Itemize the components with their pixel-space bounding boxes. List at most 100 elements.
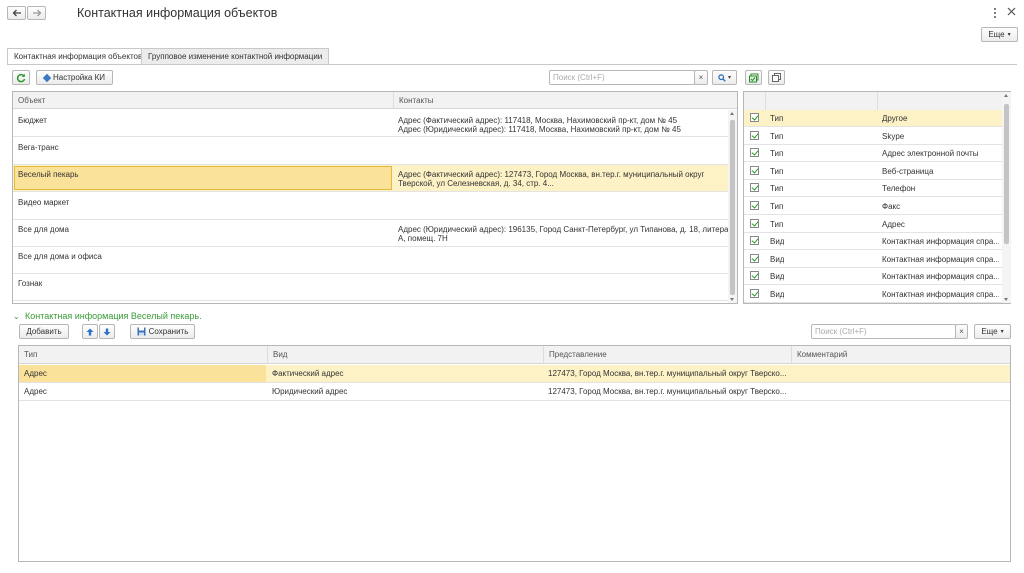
- type-row[interactable]: Вид Контактная информация спра...: [744, 233, 1002, 251]
- table-row[interactable]: Видео маркет: [13, 193, 737, 220]
- refresh-button[interactable]: [12, 70, 30, 85]
- type-name: Адрес электронной почты: [882, 149, 979, 159]
- type-kind: Тип: [770, 114, 784, 123]
- search-icon: [718, 73, 726, 82]
- scroll-up-icon[interactable]: [1004, 94, 1008, 97]
- search-input[interactable]: [549, 70, 695, 85]
- table-row[interactable]: Все для дома и офиса: [13, 247, 737, 274]
- type-row[interactable]: Вид Контактная информация спра...: [744, 251, 1002, 268]
- table-row[interactable]: Адрес Юридический адрес 127473, Город Мо…: [19, 383, 1010, 401]
- window-title: Контактная информация объектов: [77, 6, 278, 20]
- checkbox[interactable]: [750, 253, 759, 263]
- type-row[interactable]: Тип Факс: [744, 198, 1002, 215]
- clear-icon: ×: [698, 73, 704, 82]
- scroll-thumb[interactable]: [730, 120, 735, 295]
- checkbox[interactable]: [750, 218, 759, 228]
- arrow-right-icon: [32, 9, 41, 17]
- column-header-comment[interactable]: Комментарий: [791, 346, 1010, 364]
- checkbox[interactable]: [750, 289, 759, 298]
- add-button[interactable]: Добавить: [19, 324, 69, 339]
- forward-button[interactable]: [27, 6, 46, 20]
- type-row[interactable]: Тип Skype: [744, 128, 1002, 145]
- type-row[interactable]: Тип Другое: [744, 110, 1002, 127]
- check-list-icon: [748, 73, 758, 82]
- checkbox[interactable]: [750, 165, 759, 175]
- scroll-thumb[interactable]: [1004, 104, 1009, 244]
- checkbox[interactable]: [750, 183, 759, 193]
- checkbox[interactable]: [750, 113, 759, 122]
- move-down-button[interactable]: [99, 324, 115, 339]
- type-name: Факс: [882, 202, 901, 211]
- tab-group-change[interactable]: Групповое изменение контактной информаци…: [141, 48, 330, 64]
- details-grid-header: Тип Вид Представление Комментарий: [19, 346, 1010, 364]
- save-button[interactable]: Сохранить: [130, 324, 195, 339]
- scroll-down-icon[interactable]: [1004, 298, 1008, 301]
- checkbox[interactable]: [750, 148, 759, 158]
- type-row[interactable]: Вид Контактная информация спра...: [744, 286, 1002, 303]
- column-header-contacts[interactable]: Контакты: [393, 92, 729, 109]
- type-row[interactable]: Вид Контактная информация спра...: [744, 268, 1002, 286]
- column-header-object[interactable]: Объект: [13, 92, 393, 109]
- type-kind: Тип: [770, 166, 784, 176]
- column-header-kind: [765, 92, 877, 111]
- arrow-down-icon: [103, 328, 111, 335]
- select-all-button[interactable]: [745, 70, 762, 85]
- type-row[interactable]: Тип Адрес: [744, 216, 1002, 233]
- chevron-down-icon: ▾: [727, 75, 731, 81]
- chevron-down-icon: ▾: [1000, 329, 1004, 335]
- object-name: Веселый пекарь: [18, 170, 79, 179]
- collapse-icon[interactable]: ⌄: [13, 312, 20, 321]
- move-up-button[interactable]: [82, 324, 98, 339]
- types-scrollbar[interactable]: [1002, 92, 1011, 303]
- scroll-down-icon[interactable]: [730, 298, 734, 301]
- object-name: Видео маркет: [18, 198, 70, 207]
- refresh-icon: [16, 73, 26, 82]
- details-title: Контактная информация Веселый пекарь.: [25, 311, 202, 321]
- type-name: Другое: [882, 114, 908, 123]
- checkbox[interactable]: [750, 130, 759, 140]
- tab-divider: [7, 64, 1017, 65]
- clear-search-button[interactable]: ×: [694, 70, 708, 85]
- type-name: Skype: [882, 131, 905, 141]
- type-kind: Вид: [770, 237, 785, 247]
- column-header-kind[interactable]: Вид: [267, 346, 543, 364]
- details-clear-search-button[interactable]: ×: [955, 324, 968, 339]
- scroll-up-icon[interactable]: [730, 112, 734, 115]
- type-row[interactable]: Тип Адрес электронной почты: [744, 145, 1002, 163]
- window-menu-icon[interactable]: [993, 7, 997, 19]
- details-more-button[interactable]: Еще ▾: [974, 324, 1011, 339]
- table-row-selected[interactable]: Адрес Фактический адрес 127473, Город Мо…: [19, 365, 1010, 383]
- details-search-input[interactable]: [811, 324, 956, 339]
- table-row[interactable]: Вега-транс: [13, 138, 737, 165]
- settings-ki-button[interactable]: Настройка КИ: [36, 70, 113, 85]
- type-name: Контактная информация спра...: [882, 237, 999, 247]
- window-more-button[interactable]: Еще ▾: [981, 27, 1018, 42]
- type-kind: Тип: [770, 219, 784, 229]
- close-icon[interactable]: [1007, 7, 1017, 17]
- copy-button[interactable]: [768, 70, 785, 85]
- table-row-selected[interactable]: Веселый пекарь Адрес (Фактический адрес)…: [13, 165, 737, 192]
- table-row[interactable]: Бюджет Адрес (Фактический адрес): 117418…: [13, 110, 737, 137]
- type-row[interactable]: Тип Веб-страница: [744, 163, 1002, 180]
- checkbox[interactable]: [750, 236, 759, 246]
- contact-line: Адрес (Юридический адрес): 117418, Москв…: [398, 125, 681, 134]
- type-name: Адрес: [882, 219, 905, 229]
- search-button[interactable]: ▾: [712, 70, 737, 85]
- tab-objects-contact-info[interactable]: Контактная информация объектов: [7, 48, 150, 65]
- column-header-type[interactable]: Тип: [19, 346, 267, 364]
- checkbox[interactable]: [750, 201, 759, 210]
- object-name: Все для дома и офиса: [18, 252, 102, 261]
- back-button[interactable]: [7, 6, 26, 20]
- type-row[interactable]: Тип Телефон: [744, 180, 1002, 198]
- detail-representation: 127473, Город Москва, вн.тер.г. муниципа…: [548, 369, 787, 378]
- objects-scrollbar[interactable]: [728, 110, 737, 303]
- column-header-representation[interactable]: Представление: [543, 346, 791, 364]
- type-name: Веб-страница: [882, 166, 934, 176]
- type-name: Телефон: [882, 184, 916, 194]
- arrow-up-icon: [86, 328, 94, 335]
- detail-kind: Фактический адрес: [272, 369, 344, 378]
- table-row[interactable]: Все для дома Адрес (Юридический адрес): …: [13, 220, 737, 247]
- detail-representation: 127473, Город Москва, вн.тер.г. муниципа…: [548, 387, 787, 396]
- checkbox[interactable]: [750, 271, 759, 281]
- table-row[interactable]: Гознак: [13, 274, 737, 301]
